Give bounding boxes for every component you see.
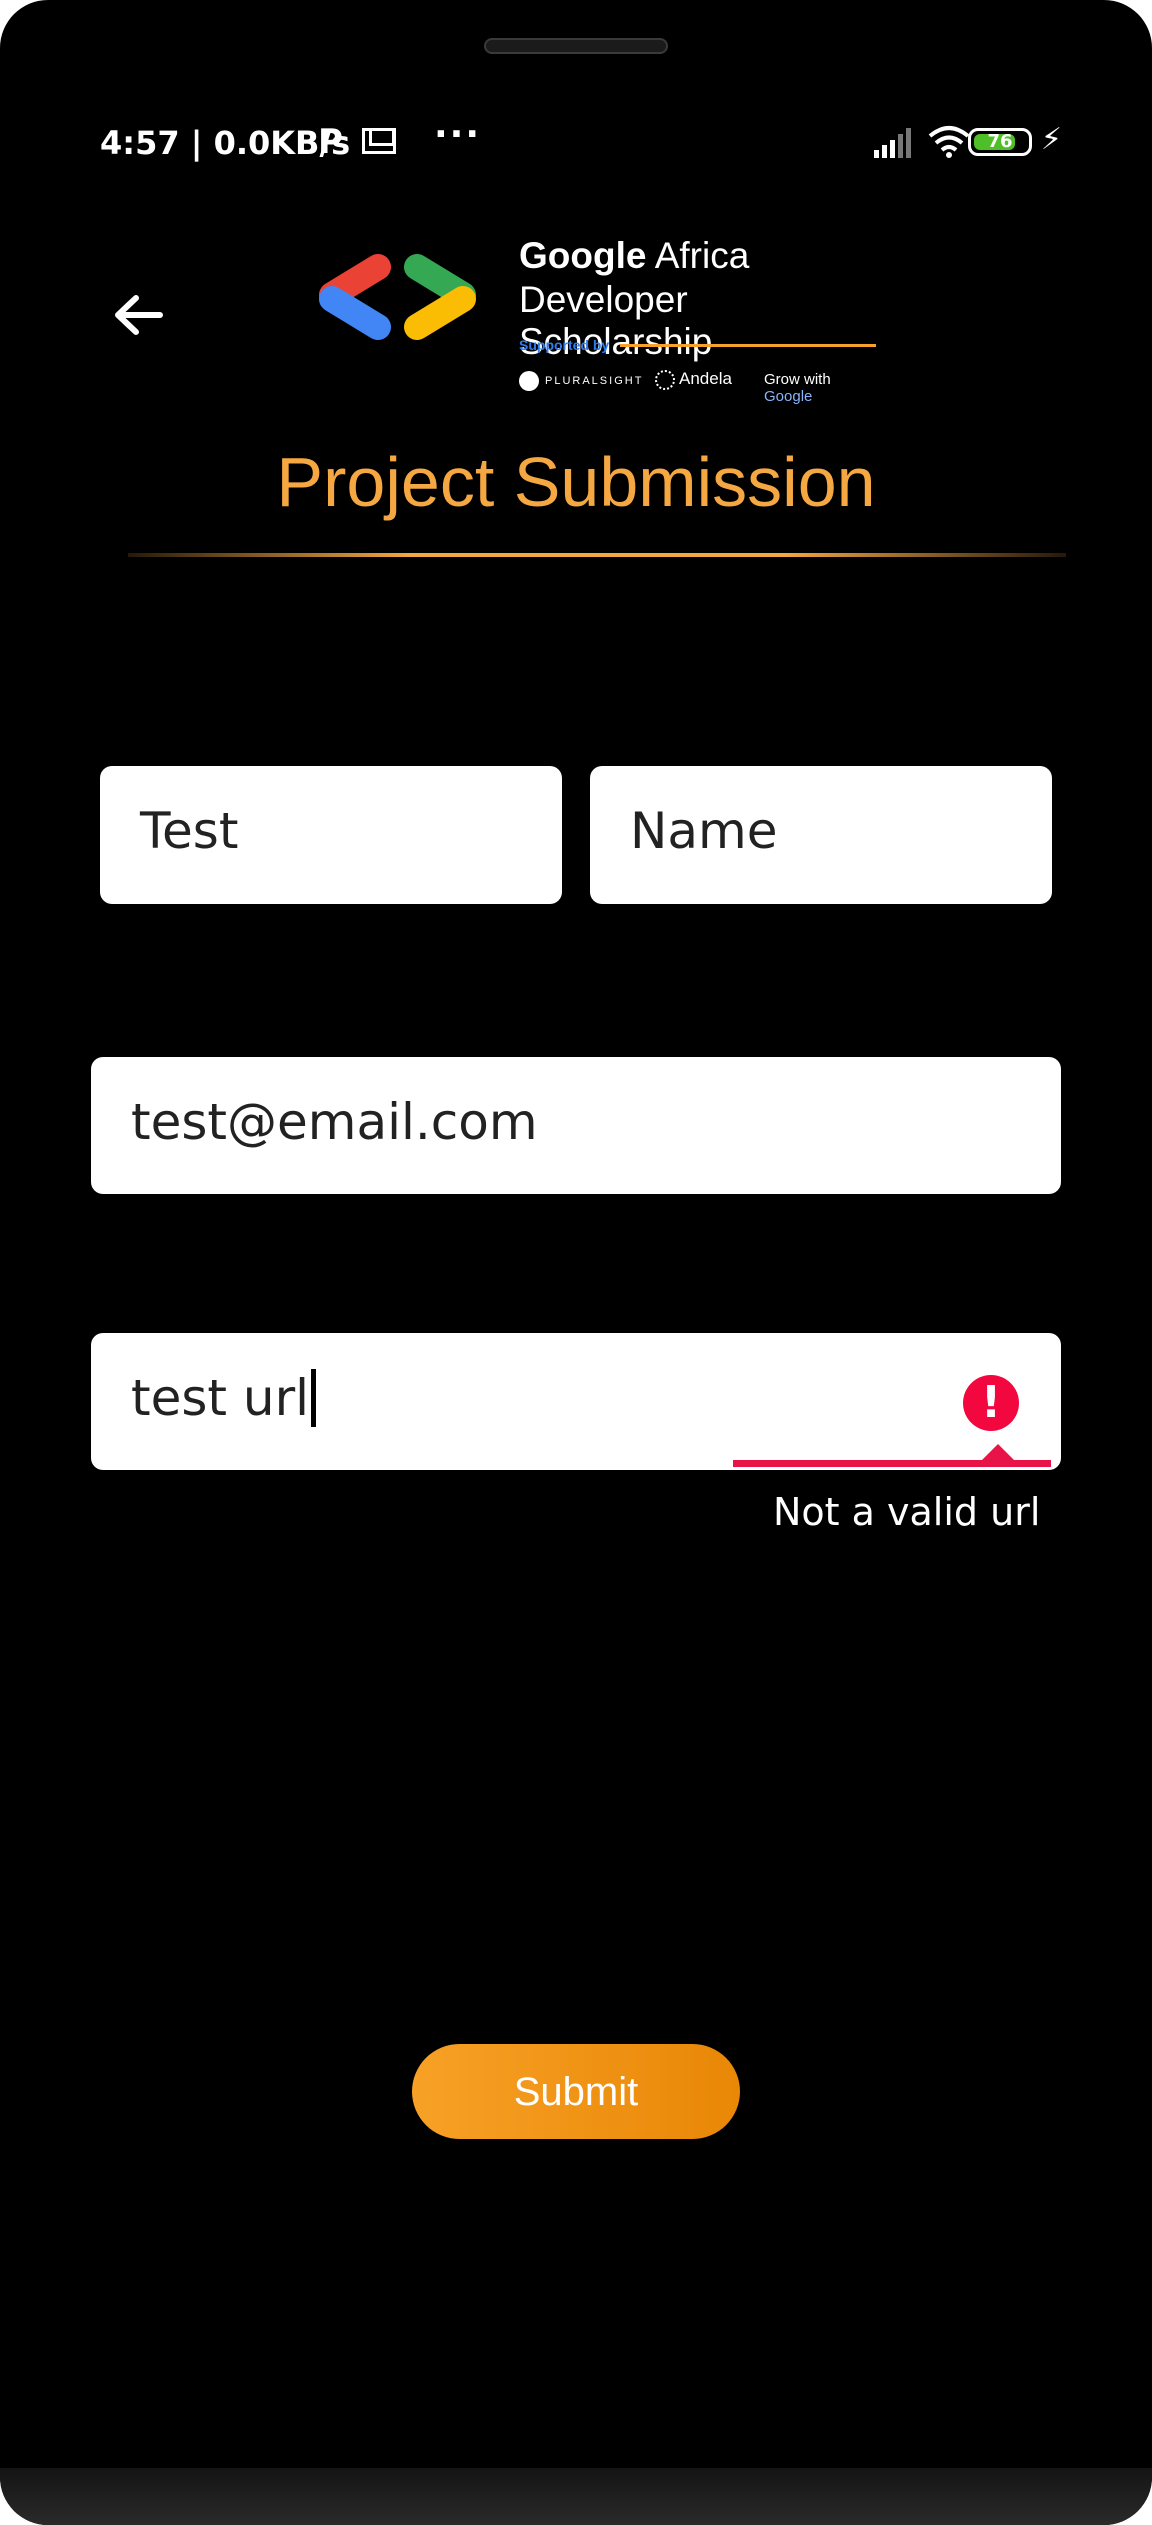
- back-arrow-icon[interactable]: [110, 290, 170, 340]
- submit-button[interactable]: Submit: [412, 2044, 740, 2139]
- pluralsight-icon: [519, 371, 539, 391]
- supported-by-label: Supported by: [519, 337, 610, 353]
- bolt-icon: ⚡: [1040, 122, 1062, 157]
- supported-by-divider: [620, 344, 876, 347]
- gads-logo: Google Africa Developer Scholarship Supp…: [310, 235, 880, 405]
- speaker-grille: [484, 38, 668, 54]
- wifi-icon: [928, 126, 970, 158]
- first-name-field[interactable]: Test: [100, 766, 562, 904]
- andela-icon: [655, 369, 675, 390]
- grow-with-google-logo: Grow with Google: [764, 371, 831, 405]
- error-icon: !: [963, 1375, 1019, 1431]
- email-value: test@email.com: [131, 1093, 538, 1151]
- error-tooltip-bar: [733, 1460, 1051, 1467]
- page-title: Project Submission: [276, 443, 876, 521]
- text-cursor: [311, 1368, 317, 1427]
- last-name-field[interactable]: Name: [590, 766, 1052, 904]
- status-time-speed: 4:57 | 0.0KB/s: [100, 124, 351, 162]
- battery-icon: 76: [968, 128, 1032, 156]
- status-bar: 4:57 | 0.0KB/s P ··· 76 ⚡: [100, 114, 1062, 168]
- phone-bottom-bezel: [0, 2468, 1152, 2525]
- partner-logos: PLURALSIGHT Andela Grow with Google: [519, 369, 879, 405]
- title-divider: [128, 553, 1066, 557]
- project-url-field[interactable]: test url !: [91, 1333, 1061, 1470]
- last-name-value: Name: [630, 802, 778, 860]
- more-icon: ···: [434, 114, 482, 155]
- mail-icon: [362, 128, 396, 154]
- url-error-message: Not a valid url: [773, 1490, 1041, 1534]
- battery-level: 76: [987, 131, 1013, 152]
- phone-frame: 4:57 | 0.0KB/s P ··· 76 ⚡ Google Africa …: [0, 0, 1152, 2525]
- code-brackets-icon: [319, 254, 476, 340]
- logo-line1: Google Africa: [519, 235, 750, 276]
- email-field[interactable]: test@email.com: [91, 1057, 1061, 1194]
- first-name-value: Test: [140, 802, 239, 860]
- url-value: test url: [131, 1368, 317, 1431]
- andela-logo: Andela: [655, 369, 732, 390]
- p-icon: P: [318, 122, 343, 162]
- signal-icon: [874, 128, 911, 158]
- pluralsight-logo: PLURALSIGHT: [519, 371, 643, 391]
